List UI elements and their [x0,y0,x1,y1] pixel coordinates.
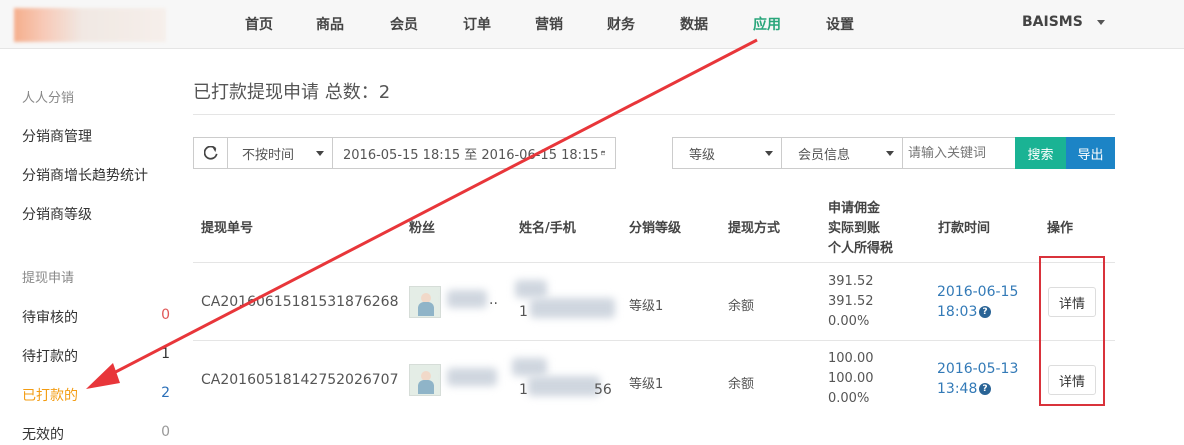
annotation-arrow [86,38,758,389]
